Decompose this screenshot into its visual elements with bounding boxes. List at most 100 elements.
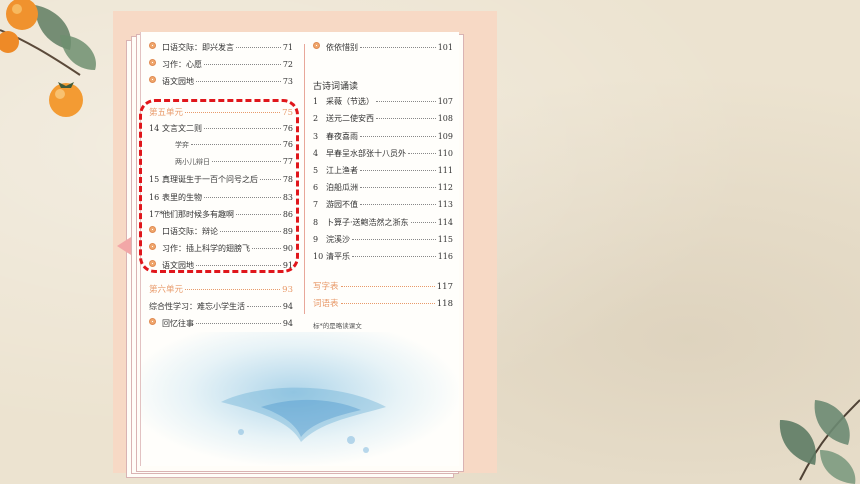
poem-number: 8 — [313, 217, 319, 227]
page-number: 114 — [437, 217, 453, 227]
dot-leader — [408, 152, 436, 154]
poem-number: 10 — [313, 251, 324, 261]
dot-leader — [340, 286, 435, 288]
page-number: 71 — [282, 43, 293, 52]
entry-title: 习作：心愿 — [162, 60, 202, 70]
page-number: 110 — [437, 148, 453, 158]
bullet-icon — [149, 317, 156, 325]
toc-entry[interactable]: 综合性学习：难忘小学生活 94 — [149, 301, 293, 318]
poem-number: 1 — [313, 97, 319, 107]
toc-entry[interactable]: 语文园地 73 — [149, 76, 293, 93]
dot-leader — [376, 101, 436, 103]
poem-number: 4 — [313, 148, 319, 158]
appendix-title: 写字表 — [313, 282, 339, 293]
dot-leader — [236, 47, 281, 48]
dot-leader — [352, 255, 436, 257]
poetry-section-heading: 古诗词诵读 — [313, 82, 359, 93]
poem-title: 泊船瓜洲 — [326, 183, 358, 193]
poem-title: 卜算子·送鲍浩然之浙东 — [326, 217, 409, 227]
poem-entry[interactable]: 7 游园不值 113 — [313, 199, 453, 216]
page-number: 108 — [437, 114, 453, 124]
dot-leader — [247, 305, 281, 307]
page-number: 94 — [282, 318, 293, 328]
poem-title: 送元二使安西 — [326, 114, 374, 124]
footnote: 标*的是略读课文 — [313, 322, 362, 331]
page-number: 101 — [437, 43, 453, 52]
poem-number: 6 — [313, 183, 319, 193]
toc-entry[interactable]: 回忆往事 94 — [149, 317, 293, 335]
dot-leader — [360, 187, 436, 189]
entry-title: 依依惜别 — [326, 43, 358, 52]
page-number: 109 — [437, 131, 453, 141]
dot-leader — [340, 303, 435, 305]
page-number: 115 — [437, 234, 453, 244]
poem-entry[interactable]: 2 送元二使安西 108 — [313, 113, 453, 130]
appendix-entry[interactable]: 词语表 118 — [313, 297, 453, 314]
dot-leader — [196, 322, 281, 324]
poem-title: 游园不值 — [326, 200, 358, 210]
water-swirl-illustration — [221, 387, 386, 453]
poem-title: 浣溪沙 — [326, 234, 350, 244]
poem-number: 7 — [313, 200, 319, 210]
page-number: 118 — [436, 299, 453, 310]
dot-leader — [360, 204, 436, 206]
bullet-icon — [149, 42, 156, 49]
highlight-dashed-box — [139, 99, 299, 273]
poem-number: 9 — [313, 234, 319, 244]
page-number: 117 — [436, 282, 453, 293]
page-number: 111 — [437, 165, 453, 175]
toc-entry[interactable]: 习作：心愿 72 — [149, 59, 293, 76]
page-number: 107 — [437, 97, 453, 107]
dot-leader — [360, 47, 436, 48]
dot-leader — [360, 135, 436, 137]
poem-title: 春夜喜雨 — [326, 131, 358, 141]
poem-title: 早春呈水部张十八员外 — [326, 148, 406, 158]
unit-title: 第六单元 — [149, 285, 184, 296]
page-number: 73 — [282, 77, 293, 87]
poem-entry[interactable]: 8 卜算子·送鲍浩然之浙东 114 — [313, 217, 453, 234]
poem-number: 3 — [313, 131, 319, 141]
bullet-icon — [313, 42, 320, 49]
page-number: 116 — [437, 251, 453, 261]
page-number: 94 — [282, 301, 293, 311]
dot-leader — [352, 238, 436, 240]
page-number: 93 — [282, 285, 293, 296]
poem-entry[interactable]: 9 浣溪沙 115 — [313, 234, 453, 251]
entry-title: 回忆往事 — [162, 318, 194, 328]
page-number: 72 — [282, 60, 293, 70]
page-turn-arrow-icon — [117, 237, 131, 255]
poem-title: 江上渔者 — [326, 165, 358, 175]
unit-heading[interactable]: 第六单元 93 — [149, 283, 293, 300]
dot-leader — [185, 289, 281, 291]
poem-entry[interactable]: 6 泊船瓜洲 112 — [313, 182, 453, 199]
entry-title: 口语交际：即兴发言 — [162, 43, 234, 52]
poem-entry[interactable]: 5 江上渔者 111 — [313, 165, 453, 182]
appendix-title: 词语表 — [313, 299, 339, 310]
dot-leader — [360, 169, 436, 171]
page-number: 113 — [437, 200, 453, 210]
page-number: 112 — [437, 183, 453, 193]
entry-title: 综合性学习：难忘小学生活 — [149, 301, 245, 311]
toc-entry[interactable]: 口语交际：即兴发言 71 — [149, 42, 293, 59]
poem-number: 2 — [313, 114, 319, 124]
dot-leader — [204, 64, 281, 66]
dot-leader — [410, 221, 436, 223]
poem-entry[interactable]: 3 春夜喜雨 109 — [313, 131, 453, 148]
toc-entry[interactable]: 依依惜别 101 — [313, 42, 453, 59]
poem-title: 清平乐 — [326, 251, 350, 261]
persimmon-branch-decoration — [0, 0, 96, 117]
bullet-icon — [149, 59, 156, 67]
poem-title: 采薇（节选） — [326, 97, 374, 107]
dot-leader — [196, 81, 281, 83]
leaf-branch-decoration — [779, 399, 860, 484]
bullet-icon — [149, 76, 156, 84]
dot-leader — [376, 118, 436, 120]
appendix-entry[interactable]: 写字表 117 — [313, 280, 453, 297]
toc-right-column: 依依惜别 101 古诗词诵读 1 采薇（节选） 107 2 送元二使安西 108… — [313, 42, 453, 330]
poem-entry[interactable]: 4 早春呈水部张十八员外 110 — [313, 148, 453, 165]
poem-number: 5 — [313, 165, 319, 175]
poem-entry[interactable]: 10 清平乐 116 — [313, 251, 453, 268]
poem-entry[interactable]: 1 采薇（节选） 107 — [313, 96, 453, 113]
column-divider — [304, 44, 305, 314]
entry-title: 语文园地 — [162, 77, 194, 87]
